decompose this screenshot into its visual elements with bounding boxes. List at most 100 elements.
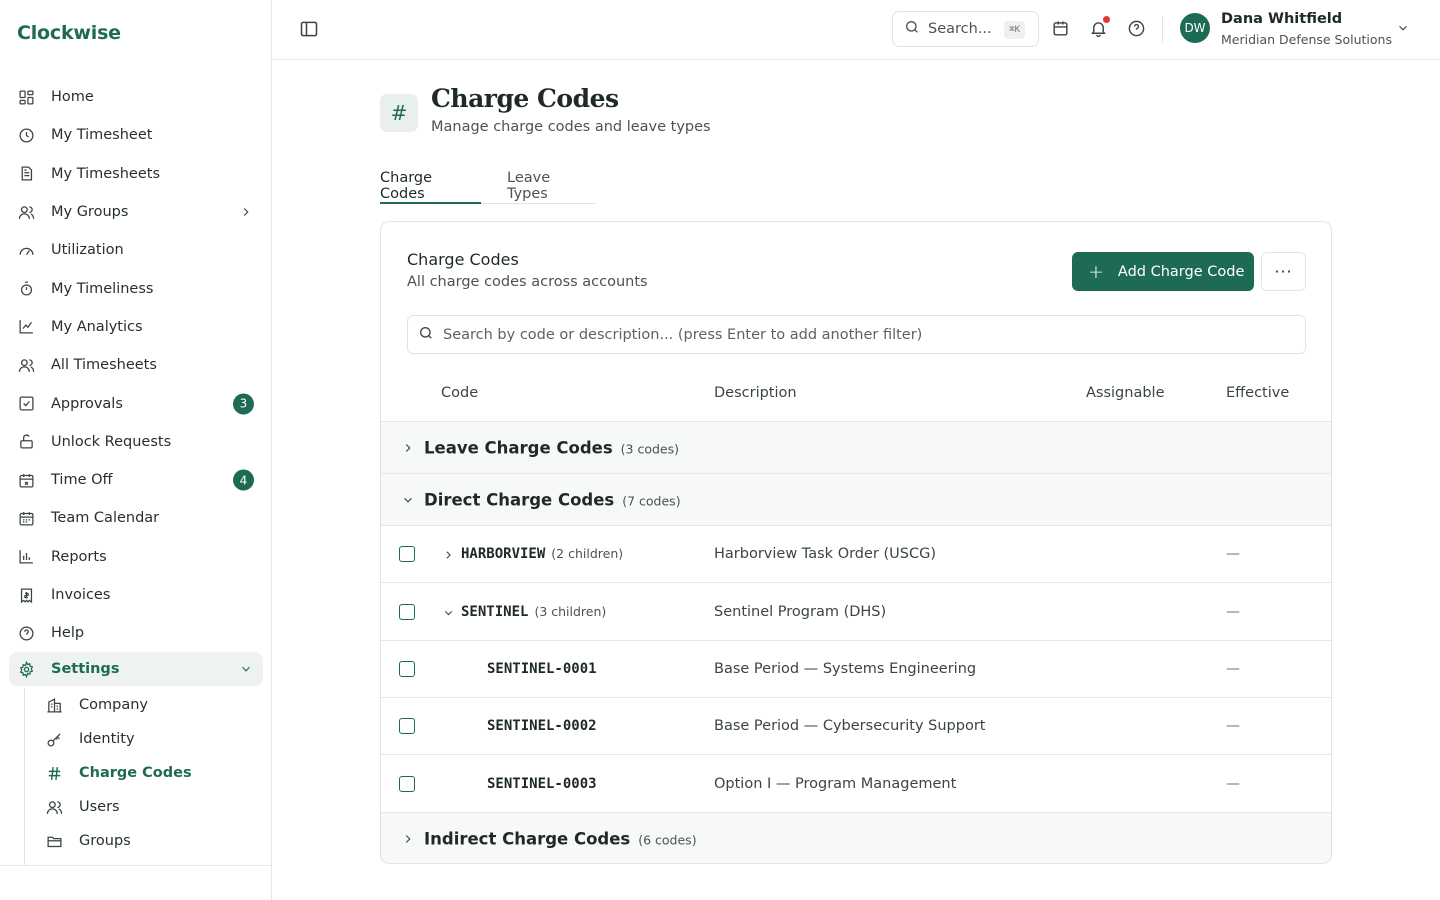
search-icon (904, 19, 928, 39)
sidebar-toggle-icon[interactable] (299, 19, 319, 39)
sidebar-item-time-off[interactable]: Time Off 4 (9, 461, 263, 499)
sidebar-item-label: Unlock Requests (51, 433, 172, 450)
charge-code-search-input[interactable]: Search by code or description... (press … (407, 315, 1306, 354)
effective-value: — (1226, 603, 1240, 620)
column-header-effective[interactable]: Effective (1226, 385, 1289, 401)
row-checkbox[interactable] (399, 718, 415, 734)
chevron-down-icon (239, 662, 253, 676)
bell-icon[interactable] (1089, 16, 1110, 38)
help-circle-icon[interactable] (1127, 19, 1146, 38)
chevron-down-icon[interactable] (401, 493, 415, 507)
group-count: (6 codes) (638, 832, 697, 848)
sidebar-item-my-timesheets[interactable]: My Timesheets (9, 155, 263, 193)
stopwatch-icon (17, 280, 35, 298)
charge-code: SENTINEL-0003 (487, 775, 597, 792)
group-label: Indirect Charge Codes (6 codes) (424, 830, 697, 849)
sidebar-item-label: Utilization (51, 242, 124, 259)
table-row[interactable]: SENTINEL-0002 Base Period — Cybersecurit… (381, 697, 1331, 754)
table-row[interactable]: SENTINEL-0001 Base Period — Systems Engi… (381, 640, 1331, 697)
sidebar-nav: Home My Timesheet My Timesheets My Group… (9, 78, 263, 687)
sidebar-item-label: Identity (79, 731, 135, 747)
card-subtitle: All charge codes across accounts (407, 274, 648, 290)
time-off-count-badge: 4 (233, 469, 254, 491)
sidebar-item-settings[interactable]: Settings (9, 652, 263, 687)
sidebar-item-unlock-requests[interactable]: Unlock Requests (9, 423, 263, 461)
sidebar-divider (0, 865, 272, 866)
row-checkbox[interactable] (399, 546, 415, 562)
charge-code: HARBORVIEW (2 children) (461, 546, 623, 562)
calendar-icon[interactable] (1051, 19, 1070, 38)
effective-value: — (1226, 546, 1240, 562)
tab-leave-types[interactable]: Leave Types (507, 170, 595, 204)
sidebar-item-label: Invoices (51, 587, 111, 603)
brand-logo[interactable]: Clockwise (17, 22, 121, 44)
receipt-icon (17, 586, 35, 604)
table-row[interactable]: HARBORVIEW (2 children) Harborview Task O… (381, 525, 1331, 582)
sidebar-item-label: Users (79, 799, 120, 815)
code-description: Sentinel Program (DHS) (714, 603, 887, 620)
sidebar-item-label: Company (79, 697, 148, 713)
chevron-right-icon[interactable] (401, 832, 415, 846)
children-count: (2 children) (551, 546, 624, 561)
folder-icon (45, 832, 63, 850)
column-header-description[interactable]: Description (714, 385, 797, 401)
sidebar-item-charge-codes[interactable]: Charge Codes (25, 756, 262, 790)
row-checkbox[interactable] (399, 661, 415, 677)
user-name[interactable]: Dana Whitfield (1221, 11, 1342, 27)
code-description: Option I — Program Management (714, 775, 957, 792)
sidebar-item-my-groups[interactable]: My Groups (9, 193, 263, 231)
sidebar-item-all-timesheets[interactable]: All Timesheets (9, 346, 263, 384)
sidebar-item-label: Charge Codes (79, 765, 192, 781)
table-row[interactable]: SENTINEL (3 children) Sentinel Program (D… (381, 582, 1331, 640)
chevron-down-icon[interactable] (1396, 21, 1410, 35)
sidebar-item-users[interactable]: Users (25, 790, 262, 824)
sidebar-item-home[interactable]: Home (9, 78, 263, 116)
topbar-divider (1162, 16, 1163, 42)
gear-icon (17, 660, 35, 678)
sidebar-item-help[interactable]: Help (9, 614, 263, 652)
chevron-right-icon (239, 205, 253, 219)
group-title: Indirect Charge Codes (424, 829, 631, 849)
unlock-icon (17, 433, 35, 451)
chevron-right-icon[interactable] (442, 548, 455, 561)
settings-subnav: Company Identity Charge Codes Users Grou… (24, 688, 262, 866)
card-title: Charge Codes (407, 250, 519, 269)
group-row-direct[interactable]: Direct Charge Codes (7 codes) (381, 473, 1331, 525)
sidebar-item-identity[interactable]: Identity (25, 722, 262, 756)
plus-icon: + (1088, 260, 1104, 283)
sidebar-item-approvals[interactable]: Approvals 3 (9, 384, 263, 422)
gauge-icon (17, 241, 35, 259)
sidebar-item-utilization[interactable]: Utilization (9, 231, 263, 269)
column-header-code[interactable]: Code (441, 385, 478, 401)
tab-charge-codes[interactable]: Charge Codes (380, 170, 481, 204)
sidebar-item-my-timeliness[interactable]: My Timeliness (9, 269, 263, 307)
key-icon (45, 730, 63, 748)
group-row-leave[interactable]: Leave Charge Codes (3 codes) (381, 421, 1331, 473)
code-description: Base Period — Cybersecurity Support (714, 718, 986, 734)
add-charge-code-button[interactable]: + Add Charge Code (1072, 252, 1254, 291)
sidebar-item-reports[interactable]: Reports (9, 538, 263, 576)
chevron-right-icon[interactable] (401, 441, 415, 455)
bar-chart-icon (17, 548, 35, 566)
chevron-down-icon[interactable] (442, 605, 455, 618)
sidebar-item-invoices[interactable]: Invoices (9, 576, 263, 614)
sidebar-item-groups[interactable]: Groups (25, 824, 262, 858)
sidebar-item-company[interactable]: Company (25, 688, 262, 722)
sidebar-item-my-analytics[interactable]: My Analytics (9, 308, 263, 346)
more-options-button[interactable]: ··· (1261, 252, 1306, 291)
search-icon (418, 325, 443, 345)
row-checkbox[interactable] (399, 775, 415, 792)
group-title: Direct Charge Codes (424, 490, 615, 509)
column-header-assignable[interactable]: Assignable (1086, 385, 1165, 401)
sidebar-item-label: My Timeliness (51, 280, 154, 297)
effective-value: — (1226, 718, 1240, 734)
notification-dot (1103, 16, 1110, 23)
row-checkbox[interactable] (399, 603, 415, 620)
sidebar-item-team-calendar[interactable]: Team Calendar (9, 499, 263, 537)
group-row-indirect[interactable]: Indirect Charge Codes (6 codes) (381, 812, 1331, 863)
sidebar-item-label: My Timesheet (51, 127, 153, 144)
global-search-button[interactable]: Search... ⌘K (892, 11, 1039, 47)
avatar[interactable]: DW (1180, 13, 1210, 43)
table-row[interactable]: SENTINEL-0003 Option I — Program Managem… (381, 754, 1331, 812)
sidebar-item-my-timesheet[interactable]: My Timesheet (9, 116, 263, 154)
